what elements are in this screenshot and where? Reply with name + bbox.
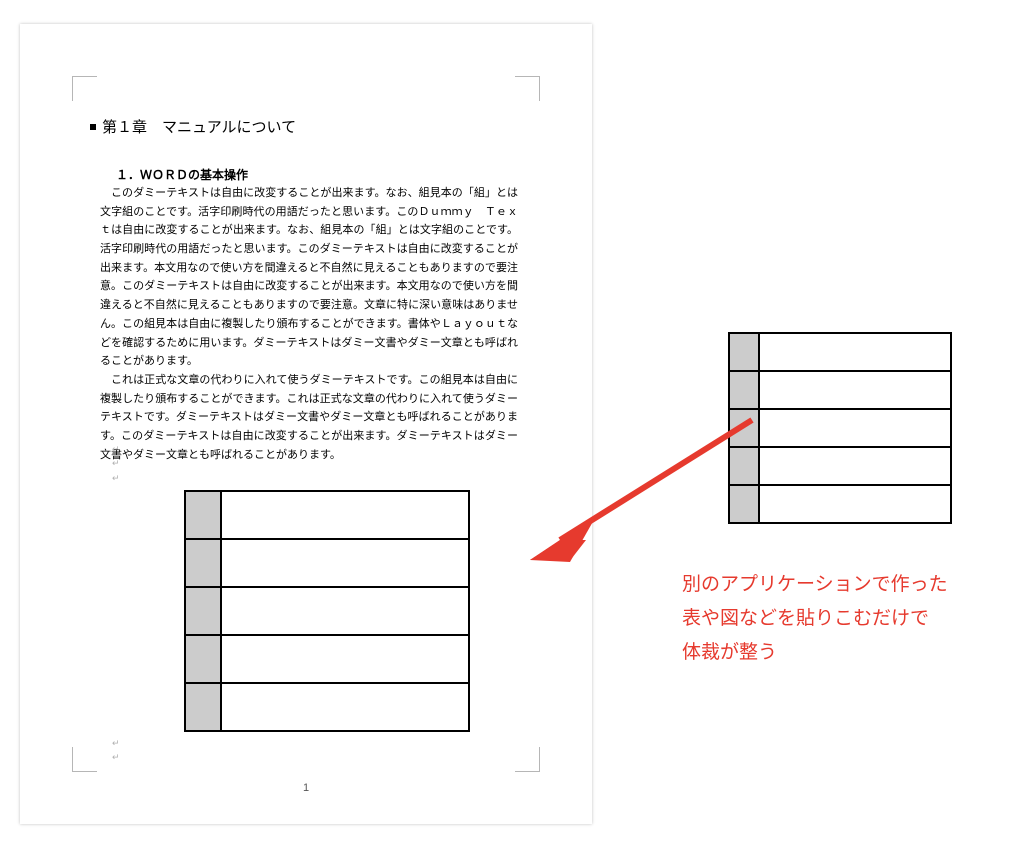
paragraph-marks-upper: ↵↵↵: [112, 442, 120, 485]
table-cell: [759, 371, 951, 409]
table-header-cell: [185, 683, 221, 731]
caption-line-3: 体裁が整う: [682, 636, 1022, 670]
table-row: [185, 587, 469, 635]
source-table: [728, 332, 952, 524]
paragraph-1: このダミーテキストは自由に改変することが出来ます。なお、組見本の「組」とは文字組…: [100, 184, 518, 371]
table-header-cell: [185, 635, 221, 683]
table-header-cell: [729, 371, 759, 409]
document-page: 第１章 マニュアルについて １．ＷＯＲＤの基本操作 このダミーテキストは自由に改…: [20, 24, 592, 824]
caption-line-1: 別のアプリケーションで作った: [682, 568, 1022, 602]
crop-mark-bottom-left: [72, 747, 97, 772]
page-number: 1: [20, 782, 592, 794]
table-cell: [759, 485, 951, 523]
chapter-title: 第１章 マニュアルについて: [90, 116, 296, 137]
body-text: このダミーテキストは自由に改変することが出来ます。なお、組見本の「組」とは文字組…: [100, 184, 518, 464]
table-cell: [221, 683, 469, 731]
crop-mark-bottom-right: [515, 747, 540, 772]
canvas: 第１章 マニュアルについて １．ＷＯＲＤの基本操作 このダミーテキストは自由に改…: [0, 0, 1024, 844]
table-header-cell: [729, 333, 759, 371]
table-cell: [221, 587, 469, 635]
table-cell: [759, 333, 951, 371]
table-cell: [759, 447, 951, 485]
table-row: [729, 333, 951, 371]
table-header-cell: [185, 491, 221, 539]
chapter-title-text: 第１章 マニュアルについて: [102, 119, 296, 136]
table-row: [185, 491, 469, 539]
crop-mark-top-right: [515, 76, 540, 101]
table-row: [729, 447, 951, 485]
table-header-cell: [185, 587, 221, 635]
table-row: [729, 485, 951, 523]
table-header-cell: [185, 539, 221, 587]
table-cell: [221, 491, 469, 539]
table-row: [729, 371, 951, 409]
table-cell: [221, 539, 469, 587]
embedded-table: [184, 490, 470, 732]
table-cell: [221, 635, 469, 683]
caption-line-2: 表や図などを貼りこむだけで: [682, 602, 1022, 636]
table-row: [185, 635, 469, 683]
bullet-icon: [90, 124, 96, 130]
table-header-cell: [729, 485, 759, 523]
annotation-caption: 別のアプリケーションで作った 表や図などを貼りこむだけで 体裁が整う: [682, 568, 1022, 671]
paragraph-2: これは正式な文章の代わりに入れて使うダミーテキストです。この組見本は自由に複製し…: [100, 371, 518, 464]
table-header-cell: [729, 409, 759, 447]
section-title: １．ＷＯＲＤの基本操作: [116, 166, 248, 183]
table-row: [185, 683, 469, 731]
table-header-cell: [729, 447, 759, 485]
table-cell: [759, 409, 951, 447]
table-row: [729, 409, 951, 447]
paragraph-marks-lower: ↵↵: [112, 736, 120, 765]
table-row: [185, 539, 469, 587]
crop-mark-top-left: [72, 76, 97, 101]
